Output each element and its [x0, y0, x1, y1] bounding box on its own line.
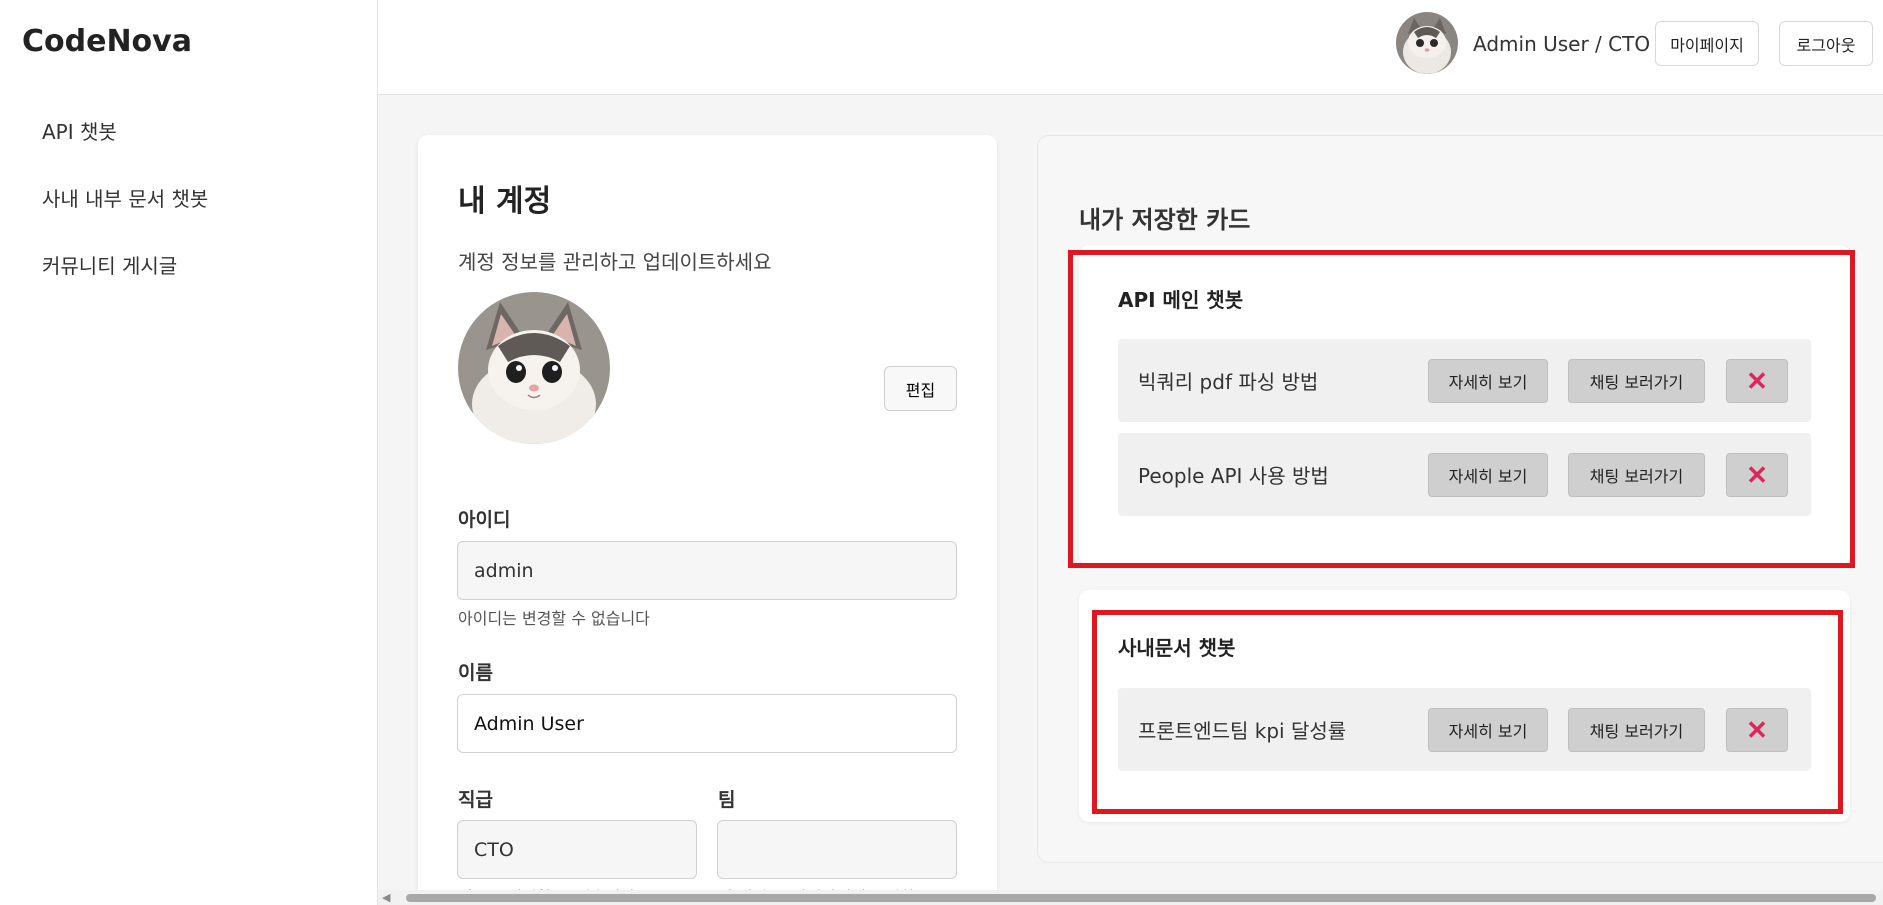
saved-card-item: 빅쿼리 pdf 파싱 방법 자세히 보기 채팅 보러가기 ✕ — [1118, 339, 1811, 422]
view-detail-button[interactable]: 자세히 보기 — [1428, 708, 1548, 752]
saved-card-item: People API 사용 방법 자세히 보기 채팅 보러가기 ✕ — [1118, 433, 1811, 516]
saved-card-item: 프론트엔드팀 kpi 달성률 자세히 보기 채팅 보러가기 ✕ — [1118, 688, 1811, 771]
edit-profile-button[interactable]: 편집 — [884, 366, 957, 411]
close-icon: ✕ — [1746, 365, 1768, 396]
sidebar: CodeNova API 챗봇 사내 내부 문서 챗봇 커뮤니티 게시글 — [0, 0, 378, 905]
delete-card-button[interactable]: ✕ — [1726, 453, 1788, 497]
header-user-info: Admin User / CTO — [1473, 32, 1651, 56]
view-detail-button[interactable]: 자세히 보기 — [1428, 453, 1548, 497]
go-to-chat-button[interactable]: 채팅 보러가기 — [1568, 359, 1705, 403]
go-to-chat-button[interactable]: 채팅 보러가기 — [1568, 453, 1705, 497]
position-label: 직급 — [458, 789, 493, 811]
close-icon: ✕ — [1746, 459, 1768, 490]
team-label: 팀 — [718, 789, 736, 811]
kitten-profile-image — [458, 292, 610, 444]
id-label: 아이디 — [458, 509, 511, 531]
header-avatar[interactable] — [1396, 12, 1458, 74]
kitten-avatar-image — [1396, 12, 1458, 74]
profile-avatar — [458, 292, 610, 444]
position-field[interactable] — [457, 820, 697, 879]
id-help-text: 아이디는 변경할 수 없습니다 — [458, 609, 650, 628]
delete-card-button[interactable]: ✕ — [1726, 359, 1788, 403]
saved-card-title: 빅쿼리 pdf 파싱 방법 — [1138, 370, 1319, 394]
id-field[interactable] — [457, 541, 957, 600]
go-to-chat-button[interactable]: 채팅 보러가기 — [1568, 708, 1705, 752]
horizontal-scrollbar[interactable]: ◀ — [378, 890, 1883, 905]
group-title: 사내문서 챗봇 — [1118, 636, 1236, 660]
name-label: 이름 — [458, 662, 493, 684]
group-title: API 메인 챗봇 — [1118, 288, 1244, 312]
sidebar-item-api-chatbot[interactable]: API 챗봇 — [42, 116, 117, 145]
team-field[interactable] — [717, 820, 957, 879]
scroll-left-arrow-icon[interactable]: ◀ — [382, 891, 390, 904]
page-title: 내 계정 — [458, 184, 552, 219]
saved-card-title: People API 사용 방법 — [1138, 464, 1329, 488]
saved-cards-title: 내가 저장한 카드 — [1079, 206, 1251, 234]
view-detail-button[interactable]: 자세히 보기 — [1428, 359, 1548, 403]
page-subtitle: 계정 정보를 관리하고 업데이트하세요 — [458, 250, 772, 274]
saved-card-title: 프론트엔드팀 kpi 달성률 — [1138, 719, 1347, 743]
brand-logo[interactable]: CodeNova — [22, 24, 192, 59]
logout-button[interactable]: 로그아웃 — [1779, 21, 1873, 66]
name-field[interactable] — [457, 694, 957, 753]
sidebar-item-community-posts[interactable]: 커뮤니티 게시글 — [42, 250, 177, 279]
sidebar-item-internal-docs-chatbot[interactable]: 사내 내부 문서 챗봇 — [42, 183, 208, 212]
delete-card-button[interactable]: ✕ — [1726, 708, 1788, 752]
close-icon: ✕ — [1746, 714, 1768, 745]
mypage-button[interactable]: 마이페이지 — [1655, 21, 1759, 66]
scrollbar-thumb[interactable] — [406, 894, 1876, 902]
